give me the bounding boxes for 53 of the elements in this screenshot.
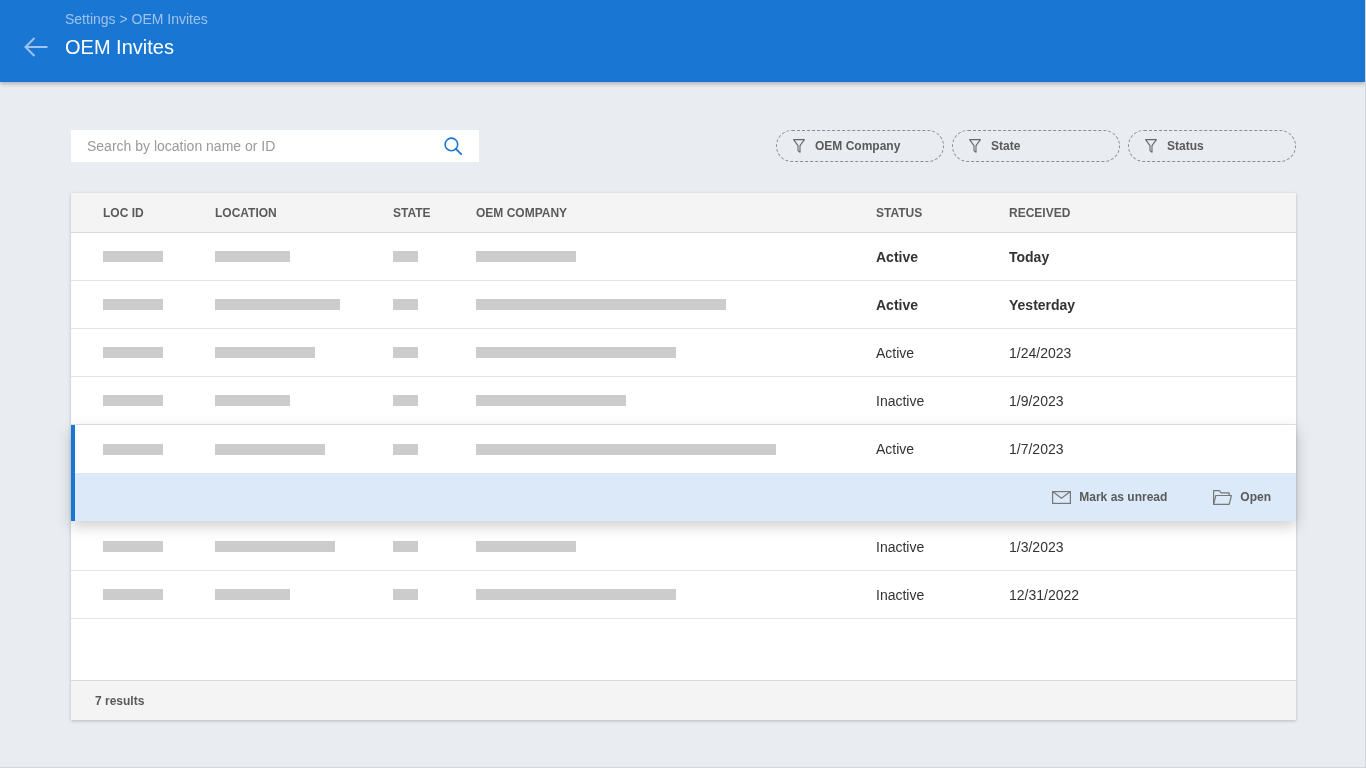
column-header: STATUS bbox=[876, 205, 923, 220]
search-field[interactable]: Search by location name or ID bbox=[71, 130, 479, 162]
funnel-icon bbox=[969, 139, 981, 153]
masked-text-bar bbox=[103, 347, 163, 358]
table-cell: 12/31/2022 bbox=[1009, 586, 1080, 603]
masked-text-bar bbox=[393, 443, 418, 455]
column-header: STATE bbox=[393, 205, 431, 220]
table-row[interactable]: Active Yesterday bbox=[71, 281, 1296, 329]
column-header: LOCATION bbox=[215, 205, 277, 220]
masked-text-bar bbox=[103, 589, 163, 600]
table-cell: Inactive bbox=[876, 538, 925, 555]
page-title: OEM Invites bbox=[65, 35, 174, 60]
table-cell: 1/3/2023 bbox=[1009, 538, 1064, 555]
folder-icon bbox=[1213, 489, 1233, 505]
column-header: OEM COMPANY bbox=[476, 205, 568, 220]
table-cell: Active bbox=[876, 441, 915, 457]
search-icon[interactable] bbox=[444, 137, 462, 155]
results-count: 7 results bbox=[95, 693, 145, 708]
table-cell: Yesterday bbox=[1009, 296, 1076, 313]
table-cell: Active bbox=[876, 344, 915, 361]
masked-text-bar bbox=[103, 541, 163, 552]
table-row[interactable]: Inactive 1/9/2023 bbox=[71, 377, 1296, 425]
masked-text-bar bbox=[393, 347, 418, 358]
masked-text-bar bbox=[393, 589, 418, 600]
column-header: LOC ID bbox=[103, 205, 144, 220]
masked-text-bar bbox=[393, 251, 418, 262]
table-cell: Inactive bbox=[876, 392, 925, 409]
masked-text-bar bbox=[103, 251, 163, 262]
table-row[interactable]: Active 1/24/2023 bbox=[71, 329, 1296, 377]
table-row[interactable]: Inactive 12/31/2022 bbox=[71, 571, 1296, 619]
table-cell: 1/9/2023 bbox=[1009, 392, 1064, 409]
masked-text-bar bbox=[103, 299, 163, 310]
masked-text-bar bbox=[393, 541, 418, 552]
funnel-icon bbox=[793, 139, 805, 153]
masked-text-bar bbox=[393, 299, 418, 310]
table-row[interactable]: Active Today bbox=[71, 233, 1296, 281]
table-cell: Active bbox=[876, 248, 919, 265]
table-row[interactable]: Active 1/7/2023 Mark as unread Open bbox=[71, 425, 1296, 521]
table-row[interactable]: Inactive 1/3/2023 bbox=[71, 523, 1296, 571]
mark-unread-button[interactable]: Mark as unread bbox=[1052, 490, 1168, 504]
table-cell: 1/24/2023 bbox=[1009, 344, 1072, 361]
funnel-icon bbox=[1145, 139, 1157, 153]
table-cell: Inactive bbox=[876, 586, 925, 603]
column-header: RECEIVED bbox=[1009, 205, 1071, 220]
open-button[interactable]: Open bbox=[1213, 489, 1271, 505]
back-arrow-icon[interactable] bbox=[24, 37, 48, 57]
masked-text-bar bbox=[393, 395, 418, 406]
masked-text-bar bbox=[103, 395, 163, 406]
table-cell: 1/7/2023 bbox=[1009, 441, 1064, 457]
masked-text-bar bbox=[103, 443, 163, 455]
table-cell: Today bbox=[1009, 248, 1050, 265]
table-cell: Active bbox=[876, 296, 919, 313]
envelope-icon bbox=[1052, 490, 1072, 504]
